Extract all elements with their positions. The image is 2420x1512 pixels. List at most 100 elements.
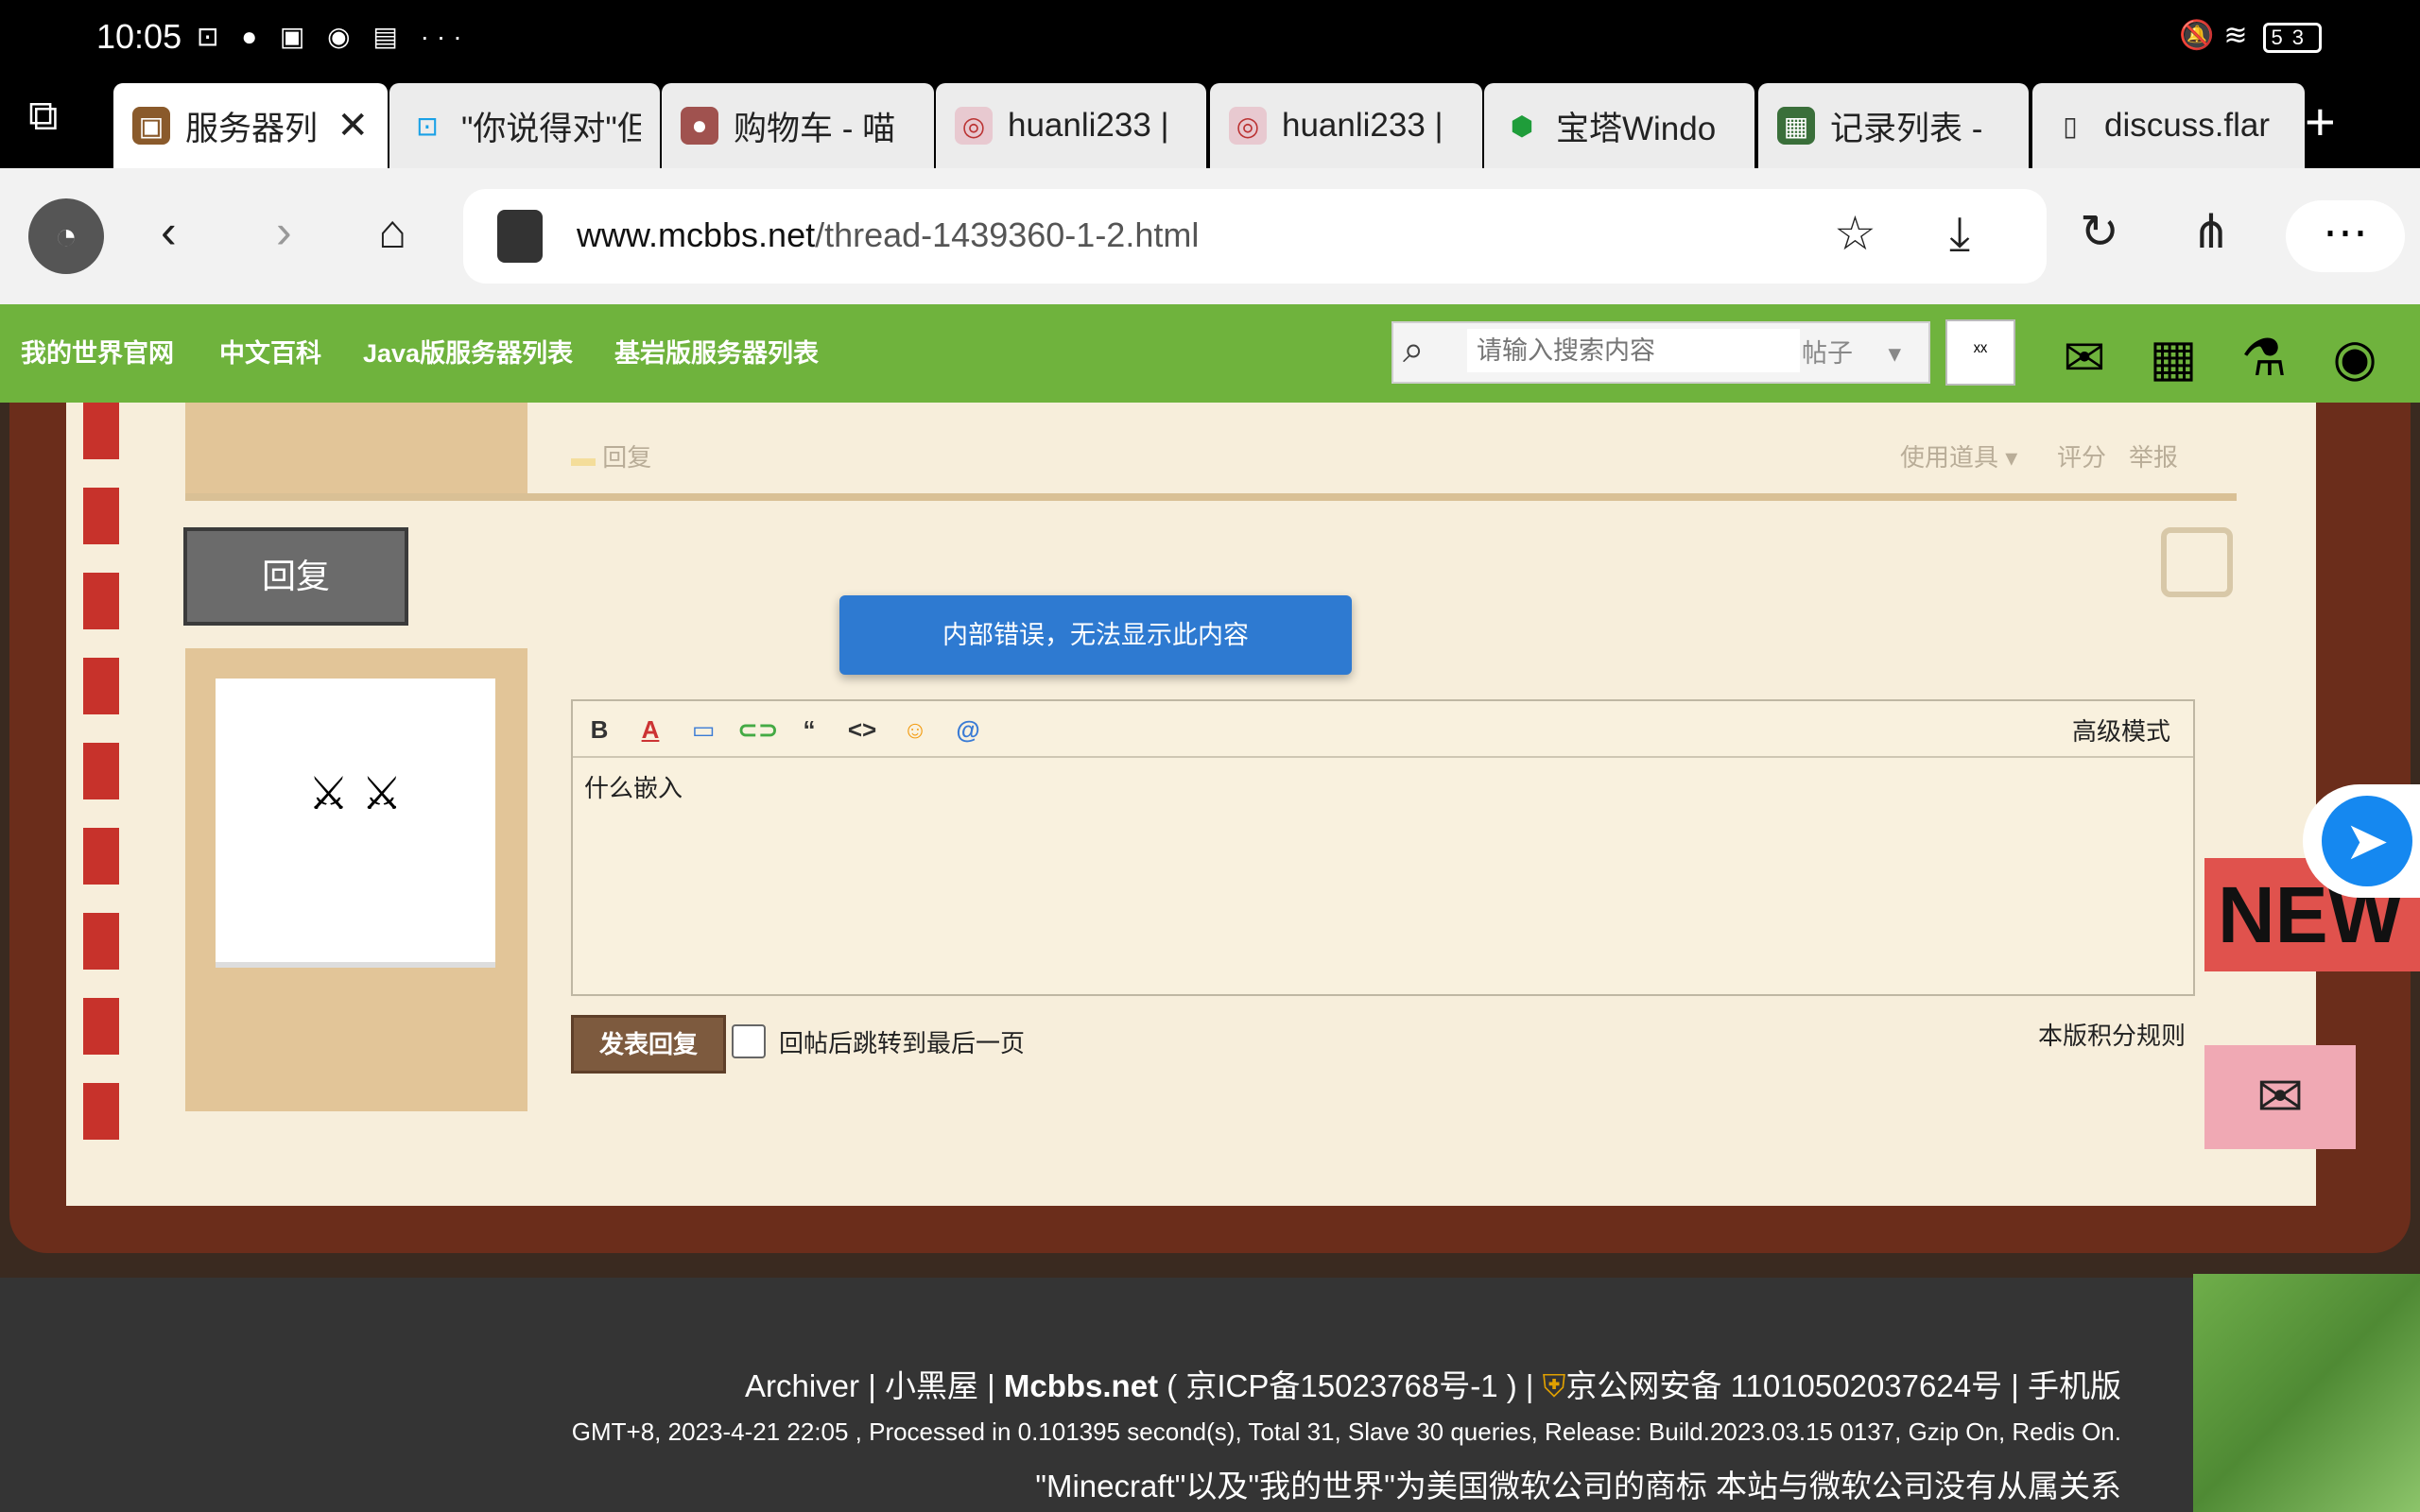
- tab-favicon-icon: ▯: [2063, 111, 2078, 141]
- url-text[interactable]: www.mcbbs.net/thread-1439360-1-2.html: [577, 215, 1199, 255]
- browser-tab-2[interactable]: ⊡ "你说得对"但: [389, 83, 660, 168]
- error-toast: 内部错误，无法显示此内容: [839, 595, 1352, 675]
- tab-favicon-icon: ●: [681, 107, 718, 145]
- nav-link-bedrock-servers[interactable]: 基岩版服务器列表: [614, 333, 819, 369]
- post-divider: [185, 493, 2237, 501]
- potion-icon[interactable]: ⚗: [2231, 325, 2297, 391]
- nav-link-official[interactable]: 我的世界官网: [21, 333, 174, 369]
- crossed-swords-icon: ⚔ ⚔: [308, 769, 403, 819]
- more-menu-icon[interactable]: ⋯: [2286, 200, 2405, 272]
- system-icons: 🔕≋ 53: [2179, 19, 2322, 53]
- tab-title: 记录列表 -: [1830, 110, 1983, 147]
- floating-assistant-button[interactable]: ➤: [2303, 784, 2420, 898]
- jump-last-page-checkbox[interactable]: [732, 1024, 766, 1058]
- bird-icon: ➤: [2322, 796, 2412, 886]
- tab-title: 服务器列: [185, 110, 319, 147]
- police-badge-icon: ⛨: [1542, 1368, 1566, 1403]
- submit-reply-button[interactable]: 发表回复: [571, 1015, 726, 1074]
- refresh-icon[interactable]: ↻: [2080, 204, 2119, 259]
- archiver-link[interactable]: Archiver: [745, 1368, 859, 1403]
- book-binding: [83, 403, 119, 1149]
- tab-overview-icon[interactable]: ⧉: [28, 93, 85, 149]
- font-color-icon[interactable]: A: [631, 711, 669, 748]
- footer-stats: GMT+8, 2023-4-21 22:05 , Processed in 0.…: [571, 1418, 2121, 1446]
- use-tool-link[interactable]: 使用道具 ▾: [1900, 438, 2017, 473]
- link-icon[interactable]: ⊂⊃: [737, 711, 779, 748]
- bold-icon[interactable]: B: [580, 711, 618, 748]
- close-tab-icon[interactable]: ✕: [337, 104, 369, 147]
- browser-tab-4[interactable]: ◎ huanli233 |: [936, 83, 1206, 168]
- reply-section-heading: 回复: [183, 527, 408, 626]
- jump-last-page-label: 回帖后跳转到最后一页: [779, 1029, 1026, 1057]
- tab-title: huanli233 |: [1282, 107, 1443, 144]
- nav-link-wiki[interactable]: 中文百科: [219, 333, 321, 369]
- tab-favicon-icon: ◎: [1229, 107, 1267, 145]
- site-link[interactable]: Mcbbs.net: [1004, 1368, 1158, 1403]
- tab-title: "你说得对"但: [461, 110, 641, 147]
- palette-icon[interactable]: ◉: [2322, 325, 2388, 391]
- emoji-icon[interactable]: ☺: [896, 711, 934, 748]
- mobile-link[interactable]: 手机版: [2028, 1368, 2121, 1403]
- tab-favicon-icon: ⬢: [1510, 111, 1534, 141]
- forward-icon[interactable]: ›: [276, 204, 292, 259]
- post-sidebar: [185, 403, 527, 501]
- mute-icon: 🔕: [2179, 20, 2224, 51]
- icp-link[interactable]: ( 京ICP备15023768号-1 ): [1167, 1368, 1517, 1403]
- footer-trademark: "Minecraft"以及"我的世界"为美国微软公司的商标 本站与微软公司没有从…: [1035, 1469, 2121, 1503]
- wifi-icon: ≋: [2223, 20, 2257, 51]
- mention-icon[interactable]: @: [949, 711, 987, 748]
- new-tab-icon[interactable]: +: [2305, 91, 2336, 152]
- status-bar: 10:05 ⊡ ● ▣ ◉ ▤ ··· 🔕≋ 53: [0, 0, 2420, 79]
- nav-link-java-servers[interactable]: Java版服务器列表: [363, 333, 573, 369]
- editor-toolbar: B A ▭ ⊂⊃ “ <> ☺ @ 高级模式: [573, 701, 2193, 758]
- tab-favicon-icon: ▦: [1777, 107, 1815, 145]
- browser-tab-3[interactable]: ● 购物车 - 喵: [662, 83, 934, 168]
- browser-tab-6[interactable]: ⬢ 宝塔Windo: [1484, 83, 1754, 168]
- tab-title: huanli233 |: [1008, 107, 1169, 144]
- address-bar[interactable]: www.mcbbs.net/thread-1439360-1-2.html ☆ …: [463, 189, 2047, 284]
- footer-links: Archiver | 小黑屋 | Mcbbs.net ( 京ICP备150237…: [745, 1368, 2121, 1403]
- report-link[interactable]: 举报: [2129, 438, 2178, 473]
- advanced-mode-link[interactable]: 高级模式: [2072, 713, 2170, 747]
- box-icon[interactable]: ▦: [2140, 325, 2206, 391]
- share-icon[interactable]: ⋔: [2191, 204, 2231, 259]
- chevron-down-icon: ▾: [1888, 339, 1902, 368]
- envelope-badge-icon[interactable]: ✉: [2204, 1045, 2356, 1149]
- image-icon[interactable]: ▭: [684, 711, 722, 748]
- status-time: 10:05: [96, 17, 182, 56]
- rate-link[interactable]: 评分: [2057, 438, 2106, 473]
- quote-icon[interactable]: “: [790, 711, 828, 748]
- tab-title: 购物车 - 喵: [734, 110, 896, 147]
- battery-icon: 53: [2262, 23, 2322, 53]
- profile-avatar[interactable]: ◔: [28, 198, 104, 274]
- reply-textarea[interactable]: 什么嵌入: [573, 758, 2193, 1004]
- search-scope-select[interactable]: 帖子 ▾: [1802, 333, 1901, 369]
- tab-title: discuss.flar: [2104, 107, 2271, 144]
- tab-favicon-icon: ⊡: [416, 111, 439, 141]
- xiaoheiwu-link[interactable]: 小黑屋: [885, 1368, 978, 1403]
- post-reply-link[interactable]: ▬ 回复: [571, 438, 651, 473]
- search-button[interactable]: ˣˣ: [1945, 319, 2015, 386]
- browser-tab-7[interactable]: ▦ 记录列表 -: [1758, 83, 2029, 168]
- browser-tab-1[interactable]: ▣ 服务器列 ✕: [113, 83, 388, 168]
- back-icon[interactable]: ‹: [161, 204, 177, 259]
- download-icon[interactable]: ⤓: [1949, 206, 1970, 262]
- police-link[interactable]: 京公网安备 11010502037624号: [1565, 1368, 2002, 1403]
- home-icon[interactable]: ⌂: [378, 204, 406, 259]
- tab-favicon-icon: ▣: [132, 107, 170, 145]
- site-search: ⌕ 帖子 ▾: [1392, 321, 1930, 384]
- grass-decoration: [2193, 1274, 2420, 1512]
- browser-tab-8[interactable]: ▯ discuss.flar: [2032, 83, 2305, 168]
- envelope-icon[interactable]: ✉: [2051, 325, 2118, 391]
- notification-icons: ⊡ ● ▣ ◉ ▤ ···: [197, 22, 470, 51]
- search-icon: ⌕: [1403, 329, 1425, 370]
- speech-bubble-icon: ▬: [571, 443, 596, 472]
- star-icon[interactable]: ☆: [1834, 206, 1876, 261]
- site-security-icon[interactable]: [497, 210, 543, 263]
- browser-tab-5[interactable]: ◎ huanli233 |: [1210, 83, 1482, 168]
- credit-rules-link[interactable]: 本版积分规则: [2038, 1017, 2186, 1052]
- code-icon[interactable]: <>: [843, 711, 881, 748]
- reply-editor: B A ▭ ⊂⊃ “ <> ☺ @ 高级模式 什么嵌入: [571, 699, 2195, 1004]
- scroll-top-icon[interactable]: [2161, 527, 2233, 597]
- search-input[interactable]: [1467, 329, 1800, 372]
